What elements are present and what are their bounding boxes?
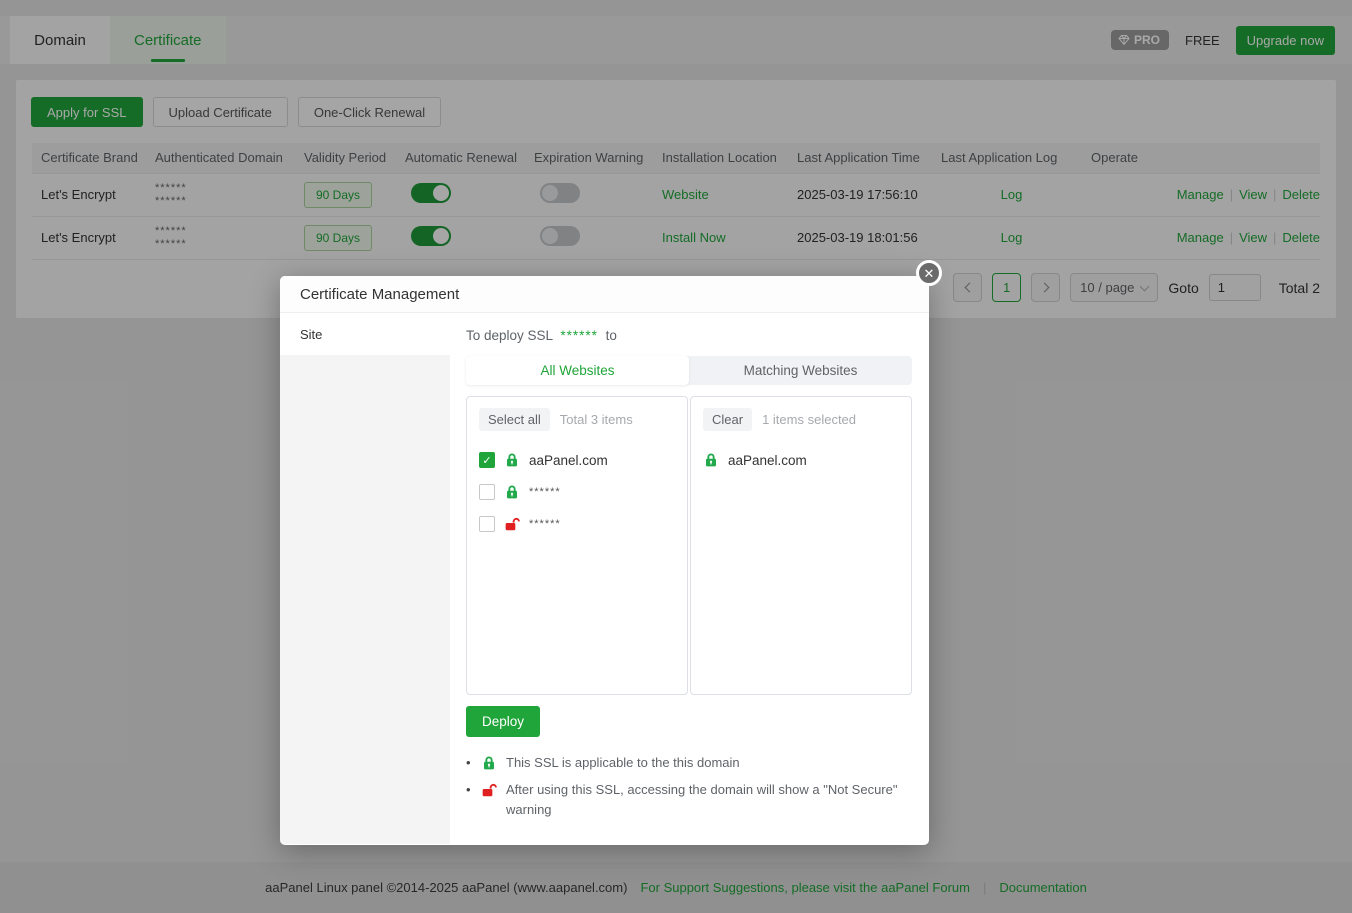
target-summary: 1 items selected xyxy=(762,412,856,427)
sidebar-item-label: Site xyxy=(300,327,322,342)
source-summary: Total 3 items xyxy=(560,412,633,427)
bullet-icon: • xyxy=(466,780,472,820)
deploy-suffix: to xyxy=(606,328,617,343)
website-item-masked-1[interactable]: ****** xyxy=(479,476,675,508)
modal-sidebar: Site xyxy=(280,313,450,844)
modal-title: Certificate Management xyxy=(280,276,929,313)
checkbox-unchecked-icon[interactable] xyxy=(479,516,495,532)
modal-content: To deploy SSL ****** to All Websites Mat… xyxy=(450,313,929,844)
bullet-icon: • xyxy=(466,753,472,773)
website-item-aapanel[interactable]: ✓ aaPanel.com xyxy=(479,444,675,476)
selected-website-item: aaPanel.com xyxy=(703,444,899,476)
tab-all-websites[interactable]: All Websites xyxy=(466,356,689,385)
website-label: ****** xyxy=(529,486,561,498)
ssl-notes: • This SSL is applicable to the this dom… xyxy=(466,753,898,820)
note-text: This SSL is applicable to the this domai… xyxy=(506,753,740,773)
note-insecure: • After using this SSL, accessing the do… xyxy=(466,780,898,820)
lock-open-icon xyxy=(481,782,497,820)
select-all-button[interactable]: Select all xyxy=(479,408,550,431)
note-secure: • This SSL is applicable to the this dom… xyxy=(466,753,898,773)
note-text: After using this SSL, accessing the doma… xyxy=(506,780,898,820)
deploy-prefix: To deploy SSL xyxy=(466,328,553,343)
website-label: ****** xyxy=(529,518,561,530)
lock-closed-icon xyxy=(703,452,719,468)
certificate-management-modal: ✕ Certificate Management Site To deploy … xyxy=(280,276,929,845)
source-panel: Select all Total 3 items ✓ aaPanel.com *… xyxy=(466,396,688,695)
lock-open-icon xyxy=(504,516,520,532)
target-panel: Clear 1 items selected aaPanel.com xyxy=(690,396,912,695)
checkbox-unchecked-icon[interactable] xyxy=(479,484,495,500)
lock-closed-icon xyxy=(504,484,520,500)
clear-button[interactable]: Clear xyxy=(703,408,752,431)
close-icon[interactable]: ✕ xyxy=(916,260,942,286)
checkbox-checked-icon[interactable]: ✓ xyxy=(479,452,495,468)
sidebar-item-site[interactable]: Site xyxy=(280,313,450,355)
lock-closed-icon xyxy=(481,755,497,773)
ssl-name: ****** xyxy=(560,328,598,343)
website-item-masked-2[interactable]: ****** xyxy=(479,508,675,540)
website-filter-tabs: All Websites Matching Websites xyxy=(466,356,912,385)
website-label: aaPanel.com xyxy=(529,453,608,468)
deploy-ssl-line: To deploy SSL ****** to xyxy=(466,328,912,343)
tab-matching-websites[interactable]: Matching Websites xyxy=(689,356,912,385)
website-transfer: Select all Total 3 items ✓ aaPanel.com *… xyxy=(466,396,912,695)
deploy-button[interactable]: Deploy xyxy=(466,706,540,737)
website-label: aaPanel.com xyxy=(728,453,807,468)
lock-closed-icon xyxy=(504,452,520,468)
